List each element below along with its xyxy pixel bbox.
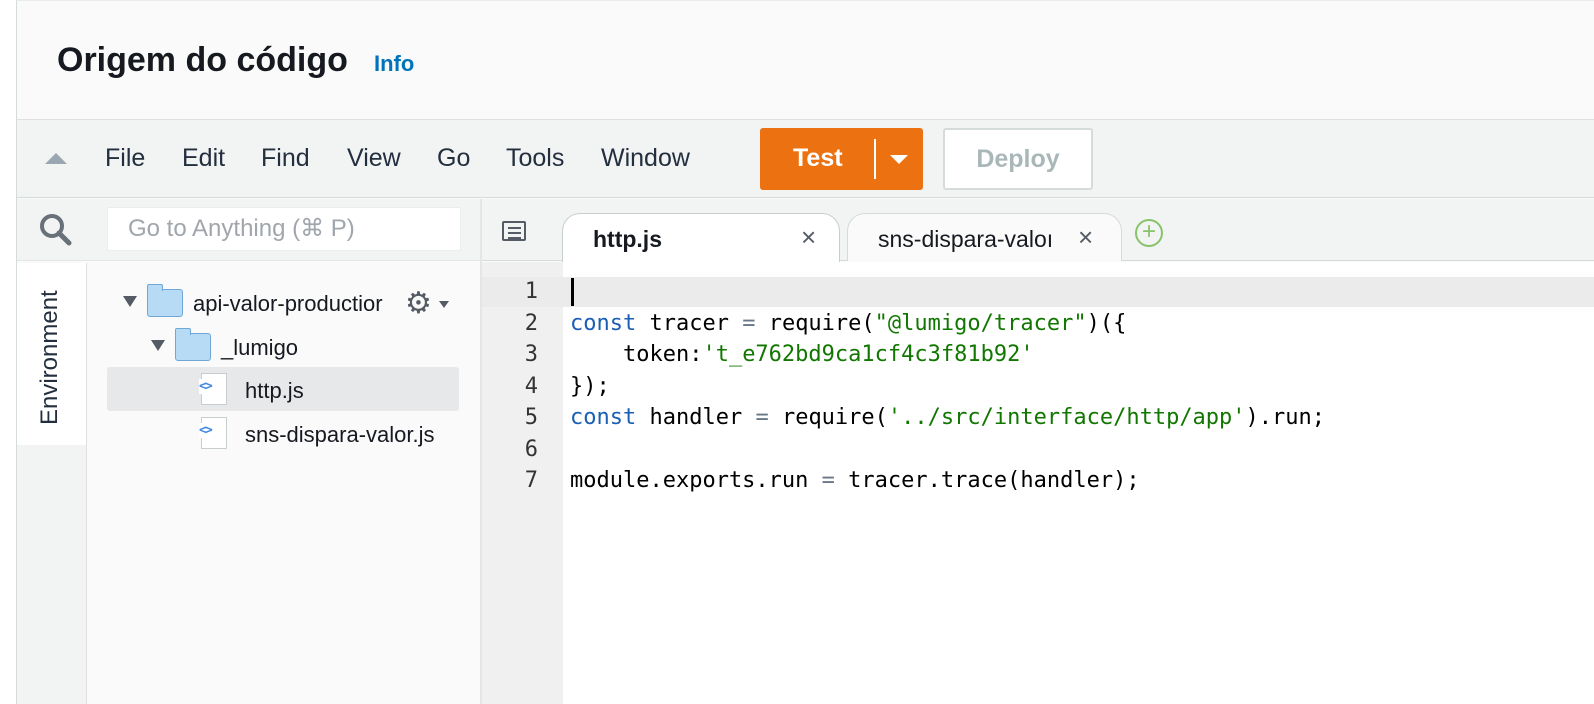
tab-label: sns-dispara-valoı (878, 226, 1054, 252)
tree-item-label: sns-dispara-valor.js (245, 422, 435, 447)
chevron-down-icon[interactable] (890, 155, 908, 164)
line-number: 6 (524, 437, 538, 462)
menu-file[interactable]: File (105, 144, 145, 173)
gear-icon[interactable]: ⚙ (405, 289, 432, 319)
deploy-button-label: Deploy (976, 145, 1060, 173)
test-button-divider (874, 139, 876, 179)
code-line-4: }); (570, 374, 610, 399)
add-tab-icon[interactable]: + (1135, 219, 1163, 247)
tree-item-sns-dispara-valor-js[interactable]: <> sns-dispara-valor.js (87, 413, 477, 455)
chevron-down-icon[interactable] (123, 296, 137, 307)
active-line-highlight (482, 277, 1594, 307)
close-icon[interactable]: × (801, 222, 816, 253)
ide-menubar: File Edit Find View Go Tools Window Test… (17, 119, 1594, 198)
menu-view[interactable]: View (347, 144, 401, 173)
folder-icon (175, 328, 211, 361)
code-line-5: const handler = require('../src/interfac… (570, 405, 1326, 430)
line-number: 4 (524, 374, 538, 399)
deploy-button[interactable]: Deploy (943, 128, 1093, 190)
search-icon[interactable] (37, 211, 73, 247)
code-line-3: token:'t_e762bd9ca1cf4c3f81b92' (570, 342, 1034, 367)
go-to-anything-input[interactable] (107, 207, 461, 251)
panel-header: Origem do código Info (17, 1, 1594, 119)
side-tab-strip (17, 445, 87, 704)
test-button-label: Test (793, 144, 843, 172)
line-number: 1 (524, 279, 538, 304)
test-button[interactable]: Test (760, 128, 923, 190)
line-number: 2 (524, 311, 538, 336)
tab-http-js[interactable]: http.js × (562, 213, 840, 262)
menu-find[interactable]: Find (261, 144, 310, 173)
environment-tab-label: Environment (36, 290, 63, 425)
folder-icon (147, 284, 183, 317)
tree-item-label: http.js (245, 378, 304, 403)
file-tree: api-valor-productior ⚙ _lumigo <> http.j… (87, 263, 481, 704)
code-line-2: const tracer = require("@lumigo/tracer")… (570, 311, 1127, 336)
tree-item-label: _lumigo (221, 335, 299, 360)
tab-environment[interactable]: Environment (17, 263, 87, 445)
line-number: 7 (524, 468, 538, 493)
tree-item-label: api-valor-productior (193, 291, 383, 316)
tabs-menu-icon[interactable] (502, 221, 526, 241)
js-file-icon: <> (199, 417, 227, 449)
chevron-down-icon[interactable] (151, 340, 165, 351)
line-number: 3 (524, 342, 538, 367)
chevron-down-icon[interactable] (439, 301, 449, 308)
tree-item-lumigo-folder[interactable]: _lumigo (87, 325, 477, 367)
menu-window[interactable]: Window (601, 144, 690, 173)
menu-edit[interactable]: Edit (182, 144, 225, 173)
close-icon[interactable]: × (1078, 222, 1093, 253)
tab-label: http.js (593, 226, 662, 252)
tree-item-http-js[interactable]: <> http.js (87, 369, 477, 411)
info-link[interactable]: Info (374, 51, 414, 77)
code-source-panel: Origem do código Info File Edit Find Vie… (16, 0, 1594, 704)
line-number: 5 (524, 405, 538, 430)
page-title: Origem do código (57, 41, 348, 79)
js-file-icon: <> (199, 373, 227, 405)
sidebar-search-bar (17, 199, 481, 261)
triangle-up-icon[interactable] (45, 153, 67, 164)
menu-tools[interactable]: Tools (506, 144, 564, 173)
tab-sns-dispara-valor[interactable]: sns-dispara-valoı × (847, 213, 1122, 261)
editor-tab-bar: http.js × sns-dispara-valoı × + (482, 199, 1594, 262)
code-line-7: module.exports.run = tracer.trace(handle… (570, 468, 1140, 493)
text-cursor (571, 278, 574, 306)
menu-go[interactable]: Go (437, 144, 470, 173)
